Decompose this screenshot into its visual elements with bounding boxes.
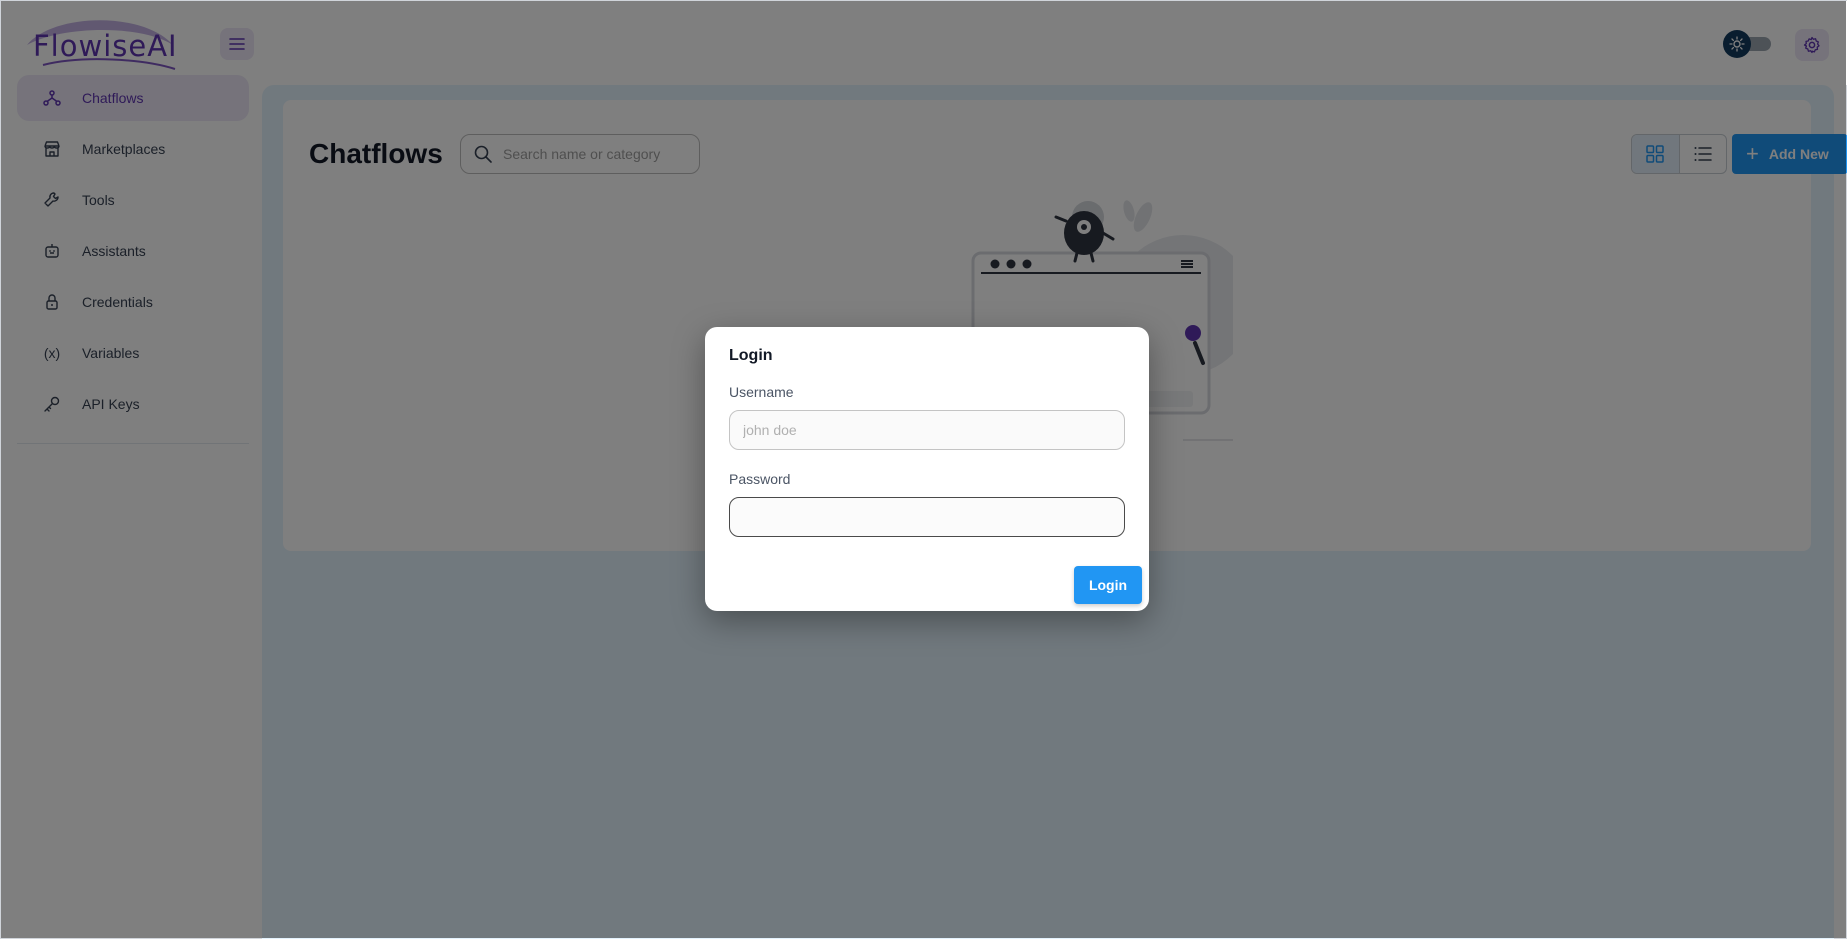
username-label: Username — [729, 384, 794, 400]
username-field[interactable] — [729, 410, 1125, 450]
password-input[interactable] — [743, 509, 1113, 525]
app-window: FlowiseAI — [0, 0, 1847, 939]
username-input[interactable] — [743, 422, 1113, 438]
login-button[interactable]: Login — [1074, 566, 1142, 604]
password-label: Password — [729, 471, 791, 487]
login-dialog: Login Username Password Login — [705, 327, 1149, 611]
password-field[interactable] — [729, 497, 1125, 537]
dialog-title: Login — [729, 347, 773, 364]
